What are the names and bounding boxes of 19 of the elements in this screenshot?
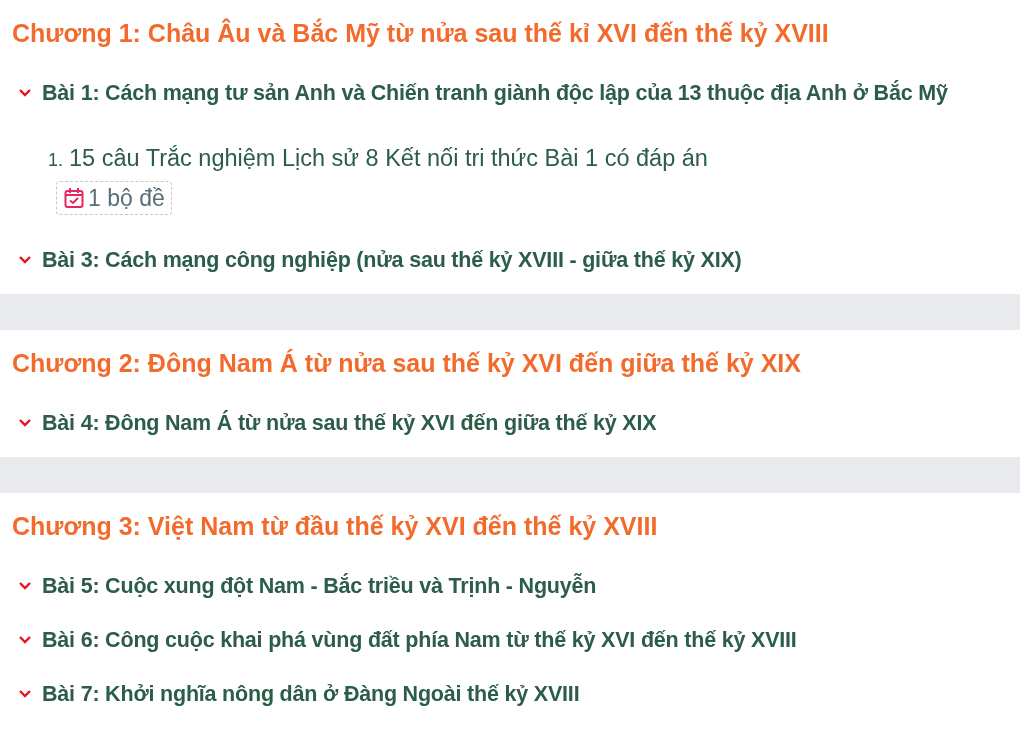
chevron-down-icon (18, 255, 32, 265)
lesson-link[interactable]: Bài 5: Cuộc xung đột Nam - Bắc triều và Trịnh - Nguyễn (42, 573, 597, 599)
chapter-title: Chương 2: Đông Nam Á từ nửa sau thế kỷ XVI đến giữa thế kỷ XIX (12, 348, 802, 379)
item-number: 1. (48, 150, 63, 171)
chapter-title: Chương 3: Việt Nam từ đầu thế kỷ XVI đến thế kỷ XVIII (12, 511, 659, 542)
lesson-link[interactable]: Bài 3: Cách mạng công nghiệp (nửa sau thế kỷ XVIII - giữa thế kỷ XIX) (42, 247, 742, 273)
lesson-link[interactable]: Bài 7: Khởi nghĩa nông dân ở Đàng Ngoài thế kỷ XVIII (42, 681, 580, 707)
quiz-link[interactable]: 15 câu Trắc nghiệm Lịch sử 8 Kết nối tri thức Bài 1 có đáp án (69, 145, 708, 172)
chevron-down-icon (18, 581, 32, 591)
lesson-link[interactable]: Bài 1: Cách mạng tư sản Anh và Chiến tranh giành độc lập của 13 thuộc địa Anh ở Bắc Mỹ (42, 80, 948, 106)
lesson-link[interactable]: Bài 4: Đông Nam Á từ nửa sau thế kỷ XVI đến giữa thế kỷ XIX (42, 410, 657, 436)
lesson-link[interactable]: Bài 6: Công cuộc khai phá vùng đất phía Nam từ thế kỷ XVI đến thế kỷ XVIII (42, 627, 797, 653)
chevron-down-icon (18, 88, 32, 98)
calendar-check-icon (64, 187, 84, 209)
quiz-count: 1 bộ đề (88, 184, 165, 212)
chevron-down-icon (18, 689, 32, 699)
chapter-title: Chương 1: Châu Âu và Bắc Mỹ từ nửa sau thế kỉ XVI đến thế kỷ XVIII (12, 17, 830, 49)
chevron-down-icon (18, 635, 32, 645)
chevron-down-icon (18, 418, 32, 428)
